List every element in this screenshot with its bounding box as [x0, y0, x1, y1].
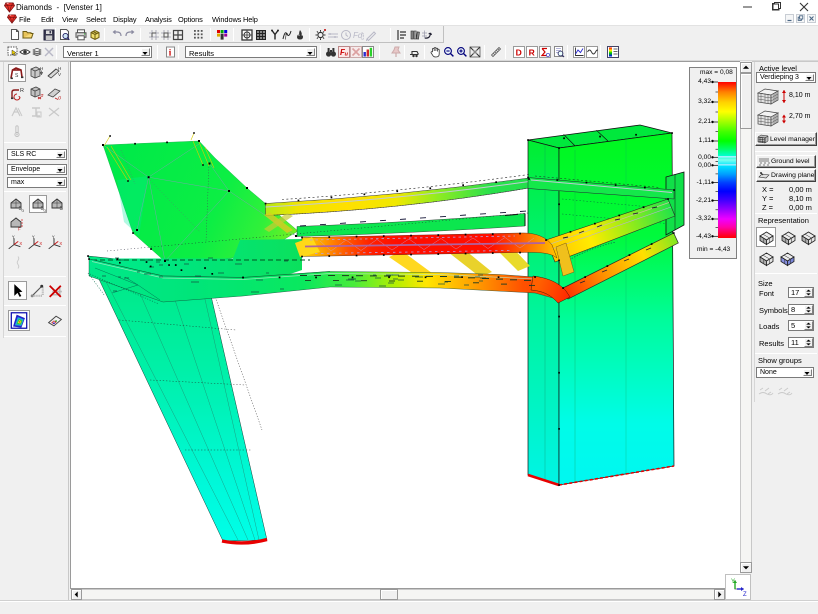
svg-text:D: D [516, 47, 522, 57]
svg-text:S: S [15, 73, 19, 79]
svg-text:R: R [20, 88, 24, 94]
svg-text:X: X [39, 241, 42, 246]
svg-text:Y: Y [12, 235, 15, 240]
svg-text:F: F [18, 227, 21, 232]
svg-text:X: X [59, 241, 62, 246]
svg-text:σ: σ [41, 93, 45, 99]
svg-text:X: X [19, 241, 22, 246]
svg-text:Y: Y [52, 235, 55, 240]
svg-text:Y: Y [32, 235, 35, 240]
svg-text:H: H [58, 66, 61, 71]
svg-text:Fᵤ: Fᵤ [340, 48, 348, 57]
svg-text:S: S [60, 206, 64, 212]
svg-text:Z: Z [743, 592, 747, 597]
svg-text:g: g [22, 208, 24, 213]
svg-text:R: R [529, 47, 535, 57]
svg-text:g': g' [44, 208, 47, 213]
svg-text:V: V [58, 72, 61, 77]
svg-text:σ: σ [58, 96, 62, 102]
